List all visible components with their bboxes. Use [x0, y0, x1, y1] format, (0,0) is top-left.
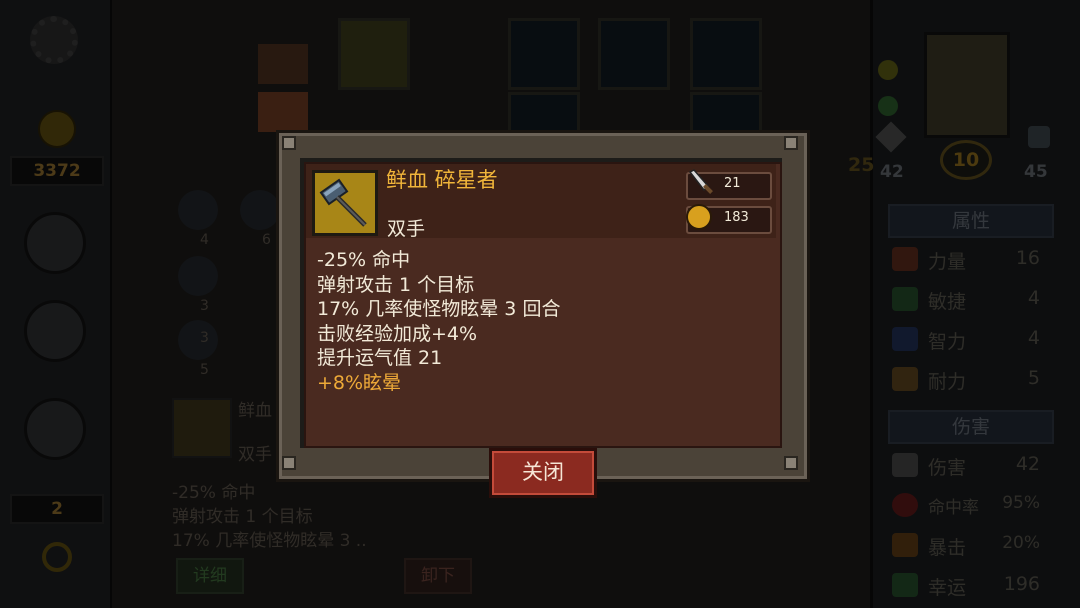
coin-icon [686, 204, 712, 230]
effect-line: -25% 命中 [317, 249, 411, 271]
effect-list: -25% 命中 弹射攻击 1 个目标 17% 几率使怪物眩晕 3 回合 击败经验… [317, 248, 560, 396]
damage-pill: 21 [686, 169, 772, 200]
item-title: 鲜血 碎星者 [386, 168, 498, 192]
frame-rivet [784, 456, 798, 470]
sword-icon [688, 169, 713, 194]
hammer-icon [312, 170, 378, 236]
frame-rivet [784, 136, 798, 150]
damage-value: 21 [724, 176, 741, 191]
effect-line: 弹射攻击 1 个目标 [317, 273, 475, 296]
effect-line: 17% 几率使怪物眩晕 3 回合 [317, 298, 561, 321]
effect-line: 提升运气值 21 [317, 347, 443, 370]
effect-line: 击败经验加成+4% [317, 322, 478, 345]
price-pill: 183 [686, 204, 772, 234]
price-value: 183 [724, 210, 749, 225]
bonus-effect-line: +8%眩晕 [317, 371, 402, 394]
frame-rivet [282, 136, 296, 150]
close-button[interactable]: 关闭 [489, 448, 597, 498]
frame-rivet [282, 456, 296, 470]
item-hand-type: 双手 [387, 218, 426, 240]
